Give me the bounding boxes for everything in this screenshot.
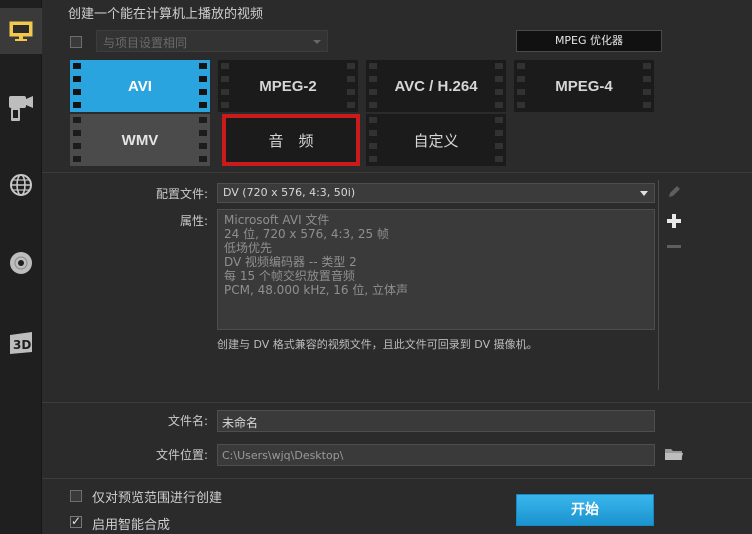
- format-mpeg2-tile[interactable]: MPEG-2: [218, 60, 358, 112]
- folder-icon[interactable]: [664, 446, 684, 462]
- start-button[interactable]: 开始: [516, 494, 654, 526]
- format-avc-tile[interactable]: AVC / H.264: [366, 60, 506, 112]
- sidebar-item-web[interactable]: [0, 162, 42, 208]
- sidebar-item-3d[interactable]: 3D: [0, 320, 42, 366]
- format-wmv-tile[interactable]: WMV: [70, 114, 210, 166]
- profile-value: DV (720 x 576, 4:3, 50i): [223, 186, 356, 199]
- format-custom-tile[interactable]: 自定义: [366, 114, 506, 166]
- divider: [42, 478, 752, 479]
- sidebar-item-disc[interactable]: [0, 240, 42, 286]
- property-line: PCM, 48.000 kHz, 16 位, 立体声: [224, 283, 409, 297]
- properties-box: Microsoft AVI 文件 24 位, 720 x 576, 4:3, 2…: [217, 209, 655, 330]
- tools-separator: [658, 180, 659, 390]
- preview-range-checkbox[interactable]: [70, 490, 82, 502]
- file-name-label: 文件名:: [167, 414, 208, 428]
- file-location-label: 文件位置:: [155, 448, 208, 462]
- chevron-down-icon: [640, 191, 648, 196]
- monitor-icon: [9, 21, 33, 41]
- format-mpeg4-tile[interactable]: MPEG-4: [514, 60, 654, 112]
- mpeg-optimizer-button[interactable]: MPEG 优化器: [516, 30, 662, 52]
- globe-icon: [10, 174, 32, 196]
- chevron-down-icon: [313, 40, 321, 44]
- smart-render-label: 启用智能合成: [92, 518, 171, 533]
- profile-select[interactable]: DV (720 x 576, 4:3, 50i): [217, 183, 655, 203]
- format-description: 创建与 DV 格式兼容的视频文件，且此文件可回录到 DV 摄像机。: [217, 338, 538, 351]
- divider: [42, 402, 752, 403]
- format-audio-tile[interactable]: 音 频: [222, 114, 360, 166]
- property-line: 低场优先: [224, 241, 273, 255]
- add-icon[interactable]: [666, 213, 682, 229]
- property-line: Microsoft AVI 文件: [224, 213, 330, 227]
- sidebar: 3D: [0, 0, 42, 534]
- main-panel: 创建一个能在计算机上播放的视频 与项目设置相同 MPEG 优化器 AVI MPE…: [42, 0, 752, 534]
- sidebar-item-computer[interactable]: [0, 8, 42, 54]
- camera-phone-icon: [9, 96, 33, 121]
- property-line: 24 位, 720 x 576, 4:3, 25 帧: [224, 227, 389, 241]
- property-line: DV 视频编码器 -- 类型 2: [224, 255, 357, 269]
- 3d-icon: 3D: [10, 332, 32, 354]
- divider: [42, 172, 752, 173]
- svg-text:3D: 3D: [13, 338, 31, 352]
- smart-render-checkbox[interactable]: [70, 514, 82, 528]
- profile-label: 配置文件:: [155, 187, 208, 201]
- file-name-input[interactable]: 未命名: [217, 410, 655, 432]
- edit-icon[interactable]: [666, 184, 682, 200]
- remove-icon[interactable]: [666, 242, 682, 250]
- project-settings-label: 与项目设置相同: [103, 36, 188, 50]
- page-title: 创建一个能在计算机上播放的视频: [68, 7, 264, 22]
- dvd-disc-icon: [10, 252, 32, 274]
- format-avi-tile[interactable]: AVI: [70, 60, 210, 112]
- sidebar-item-device[interactable]: [0, 84, 42, 130]
- preview-range-label: 仅对预览范围进行创建: [92, 491, 223, 506]
- file-location-input[interactable]: C:\Users\wjq\Desktop\: [217, 444, 655, 466]
- properties-label: 属性:: [179, 214, 208, 228]
- property-line: 每 15 个帧交织放置音频: [224, 269, 355, 283]
- same-as-project-checkbox[interactable]: [70, 36, 82, 48]
- project-settings-select[interactable]: 与项目设置相同: [96, 30, 328, 52]
